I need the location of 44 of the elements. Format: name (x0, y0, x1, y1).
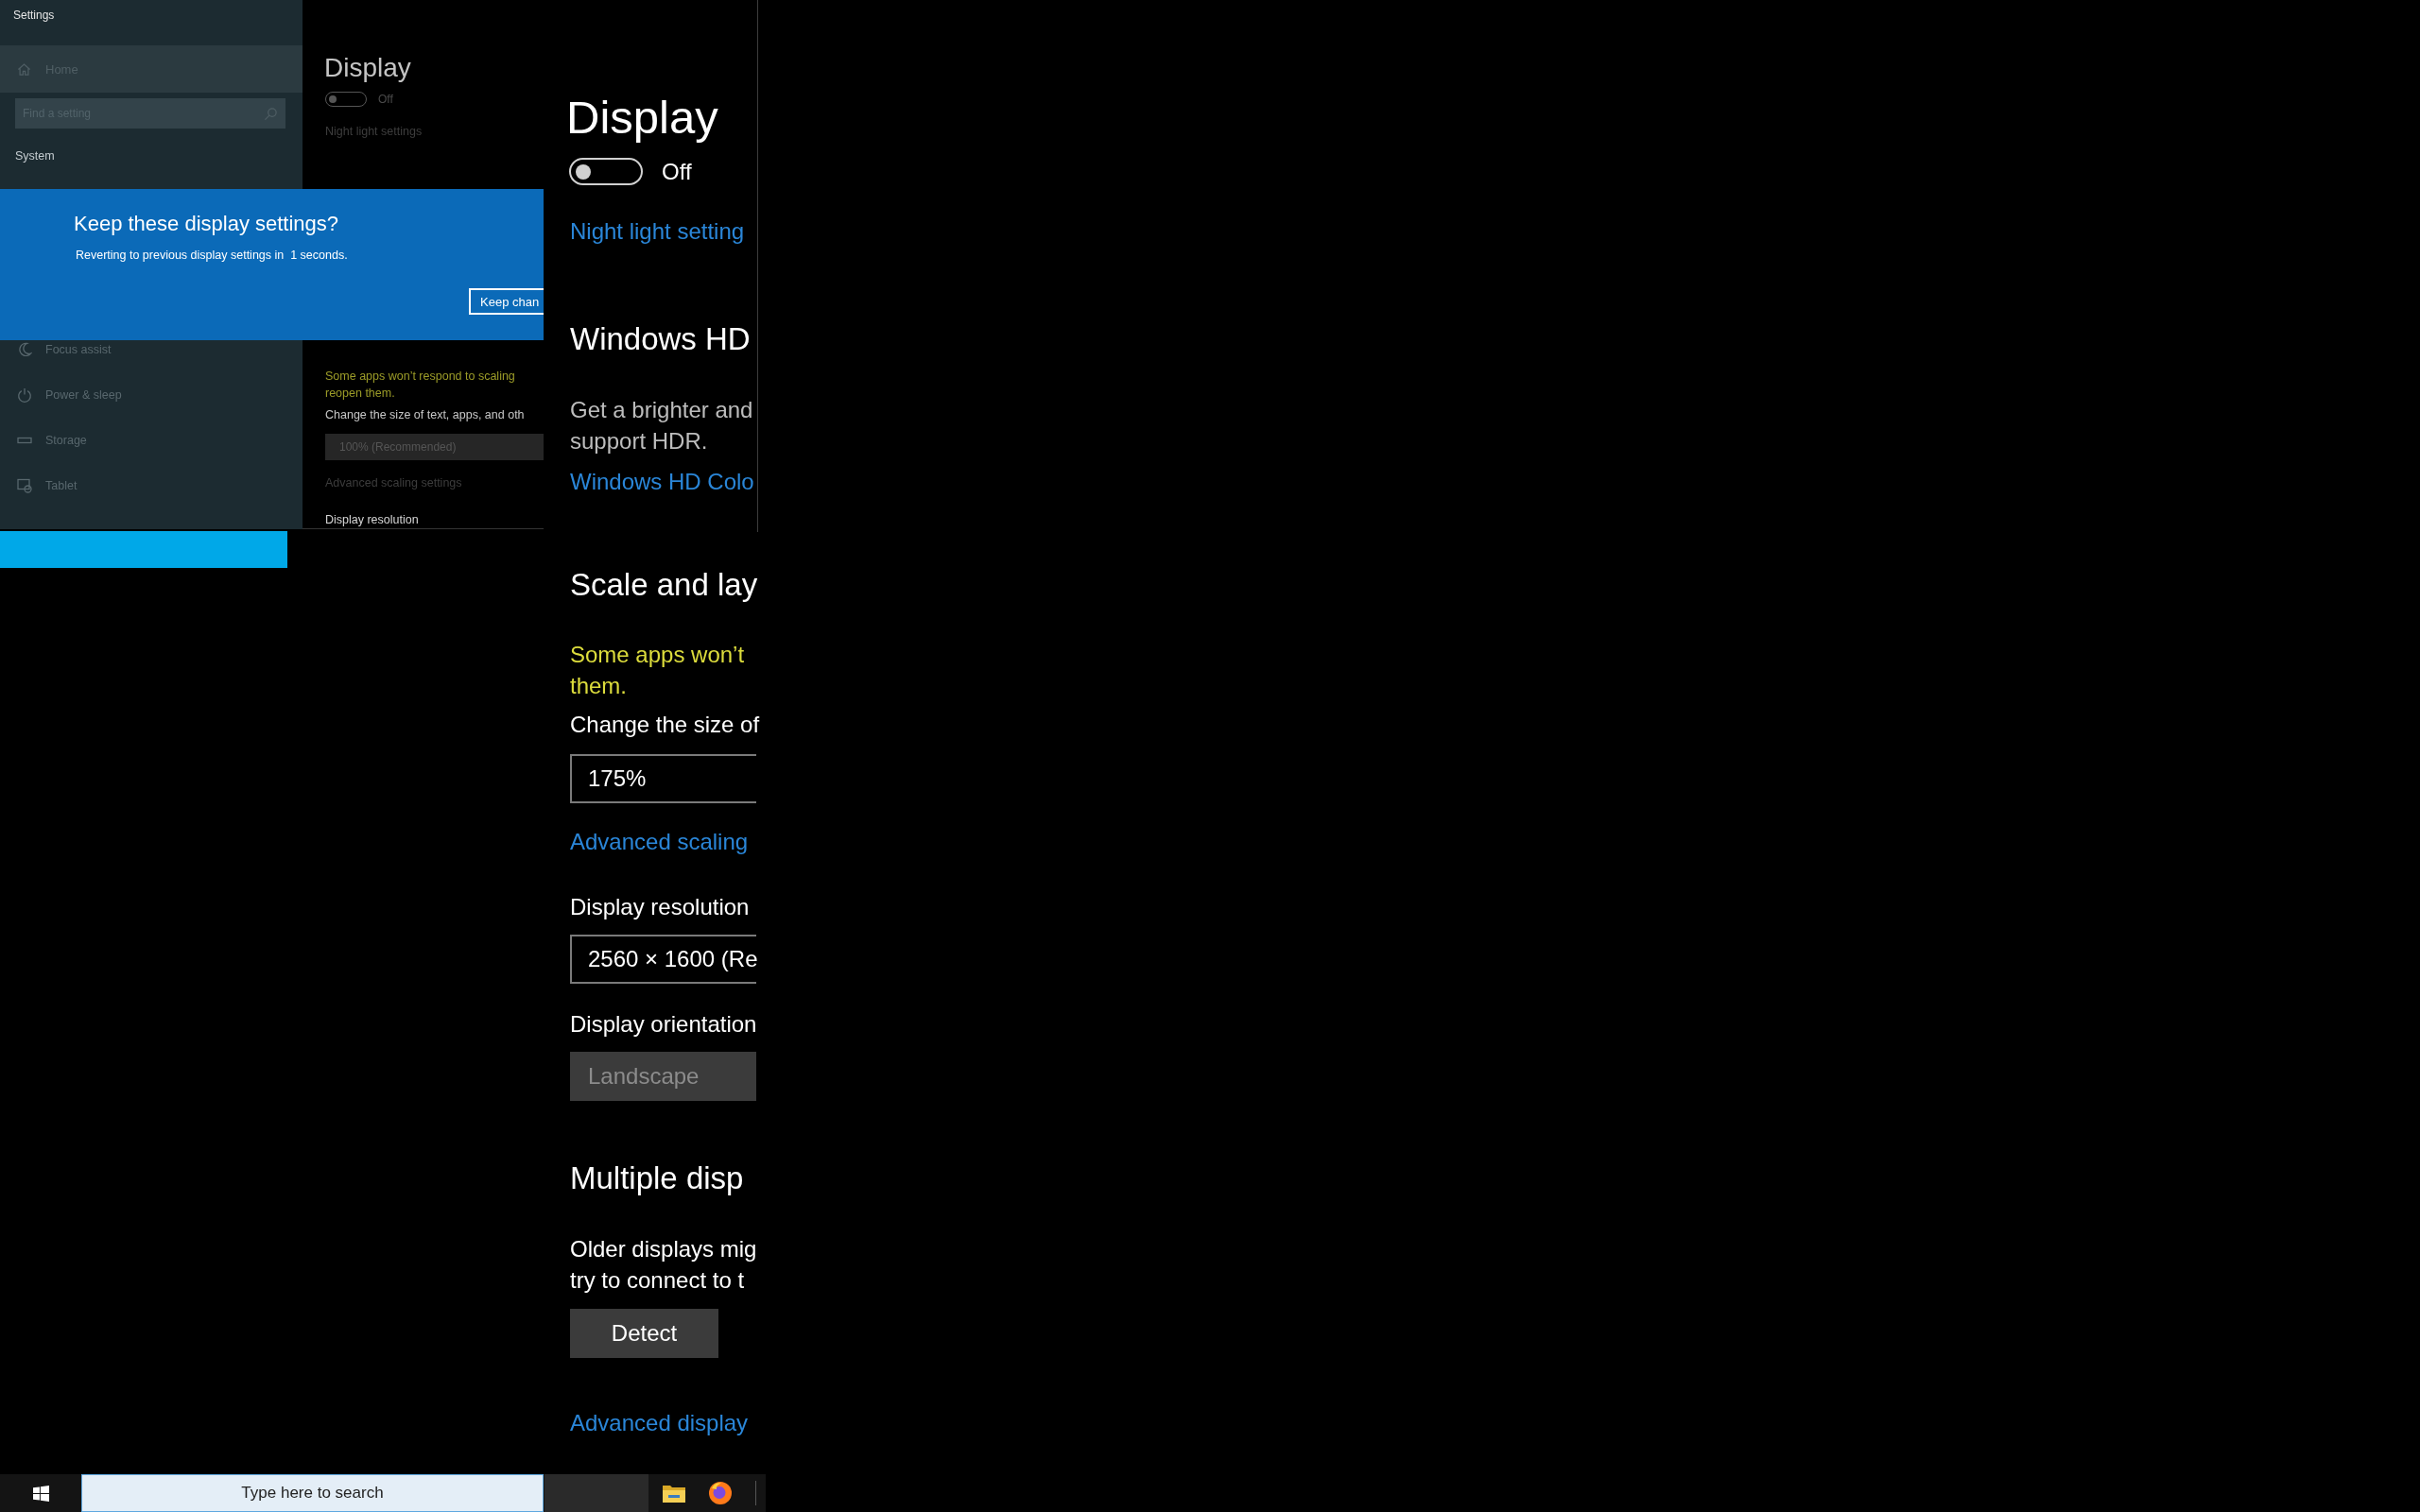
link[interactable]: Night light setting (570, 217, 745, 246)
search-field[interactable]: Type here to search (81, 1474, 544, 1512)
detect-button[interactable]: Detect (570, 1309, 718, 1358)
dropdown[interactable]: 2560 × 1600 (Re (570, 935, 756, 984)
link[interactable]: Night light settings (325, 124, 423, 139)
link[interactable]: Advanced display (570, 1409, 749, 1437)
link[interactable]: Advanced scaling (570, 828, 749, 856)
section-heading: Windows HD (570, 320, 751, 358)
search-icon (264, 106, 278, 121)
warning-text: Some apps won’t them. (570, 641, 745, 700)
windows-logo-icon[interactable] (32, 1485, 49, 1502)
toggle-label: Off (378, 93, 393, 106)
page-title: Display (566, 91, 718, 145)
dialog-message: Reverting to previous display settings in 1 seconds. (76, 248, 348, 263)
link[interactable]: Advanced scaling settings (325, 475, 462, 490)
nav-item[interactable]: Power & sleep (0, 386, 126, 404)
nav-item[interactable]: Focus assist (0, 340, 115, 359)
toggle-label: Off (662, 158, 692, 185)
warning-text: Some apps won’t respond to scaling reopen them. (325, 369, 515, 402)
dialog-button[interactable]: Keep chan (469, 288, 544, 315)
folder-icon[interactable] (663, 1484, 685, 1503)
link[interactable]: Windows HD Colo (570, 468, 754, 496)
setting-label: Change the size of (570, 711, 760, 739)
page-title: Display (324, 52, 411, 84)
setting-label: Display resolution (570, 893, 750, 921)
description-text: Get a brighter and support HDR. (570, 396, 753, 455)
power-icon (17, 387, 32, 403)
section-heading: System (15, 148, 55, 163)
tablet-icon (17, 478, 32, 493)
window-title: Settings (13, 9, 55, 22)
setting-label: Change the size of text, apps, and oth (325, 407, 525, 422)
nav-item[interactable]: Tablet (0, 476, 81, 495)
section-heading: Scale and lay (570, 566, 758, 604)
section-heading: Multiple disp (570, 1160, 744, 1197)
description-text: Older displays mig try to connect to t (570, 1235, 757, 1295)
home-icon (17, 61, 31, 77)
taskbar-tile[interactable] (544, 1474, 648, 1512)
dropdown[interactable]: 175% (570, 754, 756, 803)
flame-globe-icon[interactable] (709, 1482, 732, 1504)
dialog-title: Keep these display settings? (74, 212, 339, 236)
nav-item[interactable]: Storage (0, 431, 91, 450)
setting-label: Display resolution (325, 512, 419, 527)
moon-icon (17, 342, 32, 357)
setting-label: Display orientation (570, 1010, 757, 1039)
